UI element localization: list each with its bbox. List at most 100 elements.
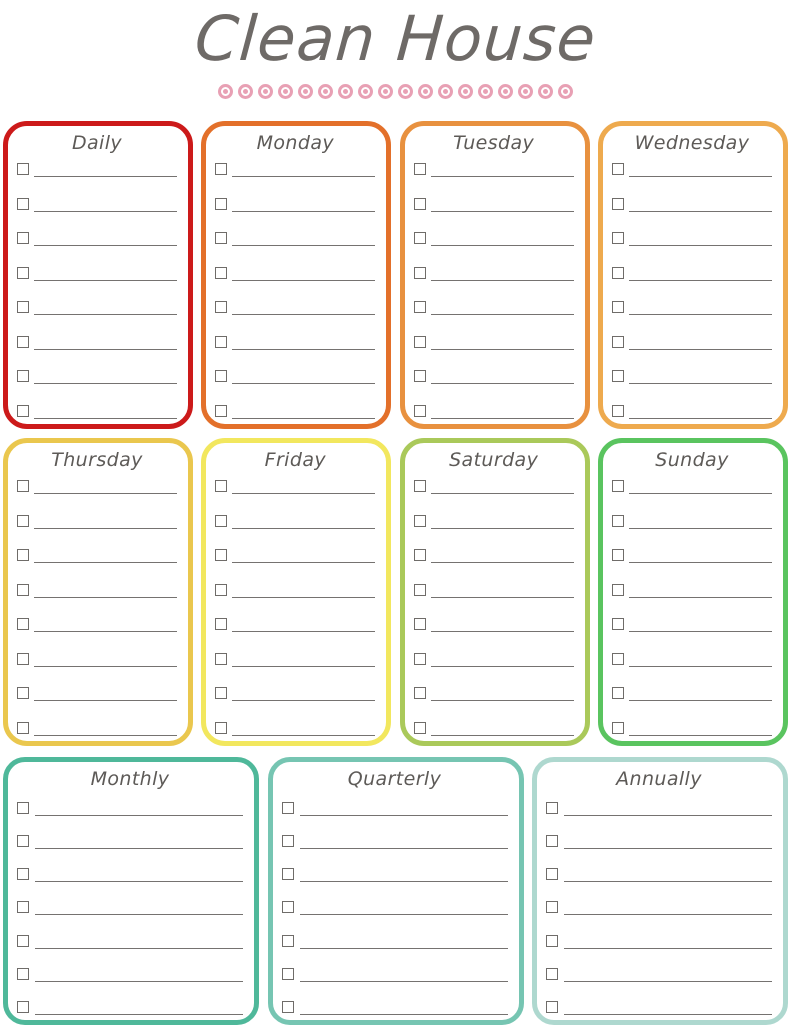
task-row[interactable] [413, 649, 574, 667]
checkbox-icon[interactable] [17, 721, 29, 734]
task-row[interactable] [17, 332, 177, 350]
checkbox-icon[interactable] [17, 934, 29, 947]
checkbox-icon[interactable] [17, 335, 29, 348]
task-write-in-line[interactable] [628, 279, 772, 281]
checkbox-icon[interactable] [17, 868, 29, 881]
task-row[interactable] [413, 476, 574, 494]
task-row[interactable] [611, 580, 772, 598]
task-write-in-line[interactable] [34, 279, 177, 281]
checkbox-icon[interactable] [17, 480, 29, 492]
checkbox-icon[interactable] [17, 266, 29, 279]
checkbox-icon[interactable] [17, 232, 29, 245]
task-write-in-line[interactable] [564, 980, 772, 982]
task-write-in-line[interactable] [34, 700, 177, 702]
task-write-in-line[interactable] [232, 417, 376, 419]
task-row[interactable] [215, 366, 376, 385]
task-row[interactable] [215, 401, 376, 419]
task-row[interactable] [611, 194, 772, 212]
task-write-in-line[interactable] [430, 417, 574, 419]
checkbox-icon[interactable] [611, 549, 624, 562]
task-row[interactable] [215, 194, 376, 212]
checkbox-icon[interactable] [611, 301, 624, 314]
checkbox-icon[interactable] [17, 404, 29, 417]
task-row[interactable] [611, 297, 772, 316]
task-write-in-line[interactable] [232, 210, 376, 212]
checkbox-icon[interactable] [215, 232, 228, 245]
checkbox-icon[interactable] [215, 652, 228, 665]
task-row[interactable] [611, 683, 772, 702]
task-write-in-line[interactable] [430, 279, 574, 281]
task-row[interactable] [611, 332, 772, 350]
task-write-in-line[interactable] [430, 210, 574, 212]
checkbox-icon[interactable] [17, 370, 29, 383]
task-write-in-line[interactable] [34, 734, 177, 736]
task-row[interactable] [215, 332, 376, 350]
task-write-in-line[interactable] [34, 210, 177, 212]
task-write-in-line[interactable] [232, 348, 376, 350]
task-write-in-line[interactable] [232, 245, 376, 247]
checkbox-icon[interactable] [413, 480, 426, 492]
task-row[interactable] [17, 649, 177, 667]
task-write-in-line[interactable] [34, 596, 177, 598]
task-row[interactable] [413, 545, 574, 564]
checkbox-icon[interactable] [413, 514, 426, 527]
task-row[interactable] [413, 401, 574, 419]
task-write-in-line[interactable] [35, 881, 243, 883]
task-row[interactable] [611, 614, 772, 633]
task-row[interactable] [413, 511, 574, 529]
checkbox-icon[interactable] [611, 232, 624, 245]
task-write-in-line[interactable] [430, 527, 574, 529]
task-row[interactable] [413, 718, 574, 736]
checkbox-icon[interactable] [546, 934, 558, 947]
checkbox-icon[interactable] [17, 197, 29, 210]
task-row[interactable] [215, 649, 376, 667]
task-write-in-line[interactable] [628, 245, 772, 247]
task-write-in-line[interactable] [299, 848, 508, 850]
task-write-in-line[interactable] [232, 734, 376, 736]
task-row[interactable] [17, 401, 177, 419]
task-row[interactable] [215, 718, 376, 736]
task-write-in-line[interactable] [628, 383, 772, 385]
checkbox-icon[interactable] [413, 335, 426, 348]
task-write-in-line[interactable] [232, 631, 376, 633]
checkbox-icon[interactable] [17, 618, 29, 631]
task-row[interactable] [17, 228, 177, 247]
checkbox-icon[interactable] [215, 583, 228, 596]
checkbox-icon[interactable] [413, 687, 426, 700]
checkbox-icon[interactable] [17, 583, 29, 596]
task-write-in-line[interactable] [628, 493, 772, 494]
checkbox-icon[interactable] [611, 197, 624, 210]
checkbox-icon[interactable] [17, 549, 29, 562]
task-row[interactable] [17, 718, 177, 736]
checkbox-icon[interactable] [215, 370, 228, 383]
task-write-in-line[interactable] [628, 734, 772, 736]
task-row[interactable] [215, 297, 376, 316]
task-row[interactable] [546, 795, 772, 816]
task-row[interactable] [17, 928, 243, 949]
checkbox-icon[interactable] [546, 1000, 558, 1013]
checkbox-icon[interactable] [413, 197, 426, 210]
task-row[interactable] [546, 861, 772, 883]
checkbox-icon[interactable] [546, 835, 558, 848]
checkbox-icon[interactable] [281, 835, 294, 848]
task-row[interactable] [281, 961, 508, 982]
checkbox-icon[interactable] [281, 802, 294, 814]
task-write-in-line[interactable] [564, 848, 772, 850]
task-row[interactable] [17, 545, 177, 564]
task-write-in-line[interactable] [35, 914, 243, 916]
checkbox-icon[interactable] [546, 901, 558, 914]
checkbox-icon[interactable] [215, 266, 228, 279]
task-write-in-line[interactable] [628, 210, 772, 212]
task-row[interactable] [281, 928, 508, 949]
task-write-in-line[interactable] [232, 493, 376, 494]
task-write-in-line[interactable] [232, 596, 376, 598]
checkbox-icon[interactable] [281, 901, 294, 914]
task-row[interactable] [17, 297, 177, 316]
task-write-in-line[interactable] [34, 176, 177, 177]
task-write-in-line[interactable] [232, 176, 376, 177]
task-row[interactable] [215, 476, 376, 494]
task-write-in-line[interactable] [430, 314, 574, 316]
task-write-in-line[interactable] [34, 348, 177, 350]
task-row[interactable] [17, 580, 177, 598]
task-row[interactable] [281, 795, 508, 816]
